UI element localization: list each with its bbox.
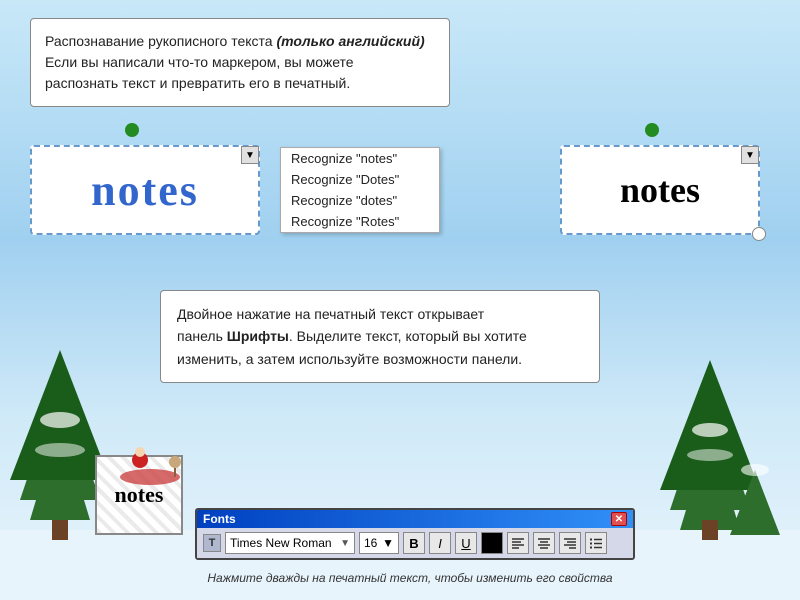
info-top-line2: Если вы написали что-то маркером, вы мож… bbox=[45, 54, 354, 70]
font-type-icon: T bbox=[203, 534, 221, 552]
font-name-arrow: ▼ bbox=[340, 538, 350, 549]
font-color-button[interactable] bbox=[481, 532, 503, 554]
align-center-button[interactable] bbox=[533, 532, 555, 554]
align-left-button[interactable] bbox=[507, 532, 529, 554]
menu-item-recognize-rotes[interactable]: Recognize "Rotes" bbox=[281, 211, 439, 232]
list-button[interactable] bbox=[585, 532, 607, 554]
menu-item-recognize-dotes2[interactable]: Recognize "dotes" bbox=[281, 190, 439, 211]
info-top-italic: (только английский) bbox=[276, 33, 424, 49]
green-dot-right bbox=[645, 123, 659, 137]
info-top-line1: Распознавание рукописного текста bbox=[45, 33, 276, 49]
info-box-top: Распознавание рукописного текста (только… bbox=[30, 18, 450, 107]
info-mid-line2-start: панель bbox=[177, 328, 227, 344]
caption: Нажмите дважды на печатный текст, чтобы … bbox=[195, 571, 625, 585]
info-box-mid: Двойное нажатие на печатный текст открыв… bbox=[160, 290, 600, 383]
info-mid-line2-end: . Выделите текст, который вы хотите bbox=[289, 328, 527, 344]
align-right-button[interactable] bbox=[559, 532, 581, 554]
notes-box-text: notes bbox=[115, 482, 164, 508]
underline-button[interactable]: U bbox=[455, 532, 477, 554]
italic-button[interactable]: I bbox=[429, 532, 451, 554]
recognized-box: ▼ notes bbox=[560, 145, 760, 235]
menu-item-recognize-dotes[interactable]: Recognize "Dotes" bbox=[281, 169, 439, 190]
info-mid-line1: Двойное нажатие на печатный текст открыв… bbox=[177, 306, 484, 322]
font-size-arrow: ▼ bbox=[382, 536, 394, 550]
info-top-line3: распознать текст и превратить его в печа… bbox=[45, 75, 350, 91]
font-size-value: 16 bbox=[364, 536, 380, 550]
fonts-panel-body: T Times New Roman ▼ 16 ▼ B I U bbox=[197, 528, 633, 558]
info-mid-bold: Шрифты bbox=[227, 328, 289, 344]
fonts-panel-title: Fonts bbox=[203, 512, 236, 526]
context-menu: Recognize "notes" Recognize "Dotes" Reco… bbox=[280, 147, 440, 233]
fonts-panel: Fonts ✕ T Times New Roman ▼ 16 ▼ B I U bbox=[195, 508, 635, 560]
recognition-area: ▼ notes Recognize "notes" Recognize "Dot… bbox=[30, 145, 760, 235]
info-mid-line3: изменить, а затем используйте возможност… bbox=[177, 351, 522, 367]
font-size-dropdown[interactable]: 16 ▼ bbox=[359, 532, 399, 554]
recognized-text: notes bbox=[620, 169, 700, 211]
menu-item-recognize-notes[interactable]: Recognize "notes" bbox=[281, 148, 439, 169]
green-dot-left bbox=[125, 123, 139, 137]
resize-handle[interactable] bbox=[752, 227, 766, 241]
handwritten-dropdown-btn[interactable]: ▼ bbox=[241, 146, 259, 164]
recognized-dropdown-btn[interactable]: ▼ bbox=[741, 146, 759, 164]
handwritten-text: notes bbox=[91, 165, 199, 216]
fonts-panel-close-btn[interactable]: ✕ bbox=[611, 512, 627, 526]
notes-label-box: notes bbox=[95, 455, 183, 535]
font-name-dropdown[interactable]: Times New Roman ▼ bbox=[225, 532, 355, 554]
bold-button[interactable]: B bbox=[403, 532, 425, 554]
handwritten-box: ▼ notes bbox=[30, 145, 260, 235]
fonts-panel-titlebar: Fonts ✕ bbox=[197, 510, 633, 528]
font-name-value: Times New Roman bbox=[230, 536, 338, 550]
